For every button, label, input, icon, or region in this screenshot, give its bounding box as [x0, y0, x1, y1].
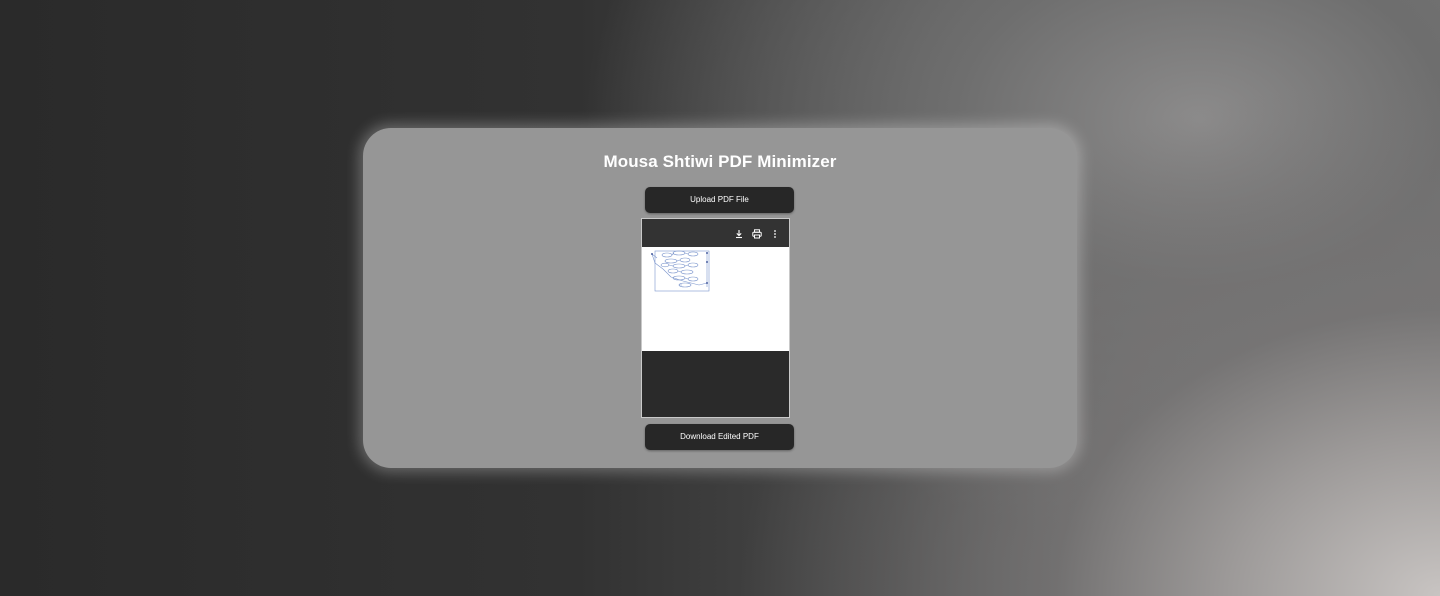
page-title: Mousa Shtiwi PDF Minimizer [603, 152, 837, 171]
pdf-page [642, 247, 789, 351]
main-card: Mousa Shtiwi PDF Minimizer Upload PDF Fi… [363, 128, 1077, 468]
upload-pdf-button[interactable]: Upload PDF File [645, 187, 794, 213]
diagram-thumbnail [651, 250, 710, 292]
pdf-viewer-toolbar [642, 219, 789, 247]
download-edited-pdf-button[interactable]: Download Edited PDF [645, 424, 794, 450]
download-icon[interactable] [733, 227, 745, 239]
pdf-viewer[interactable] [641, 218, 790, 418]
more-vert-icon[interactable] [769, 227, 781, 239]
print-icon[interactable] [751, 227, 763, 239]
